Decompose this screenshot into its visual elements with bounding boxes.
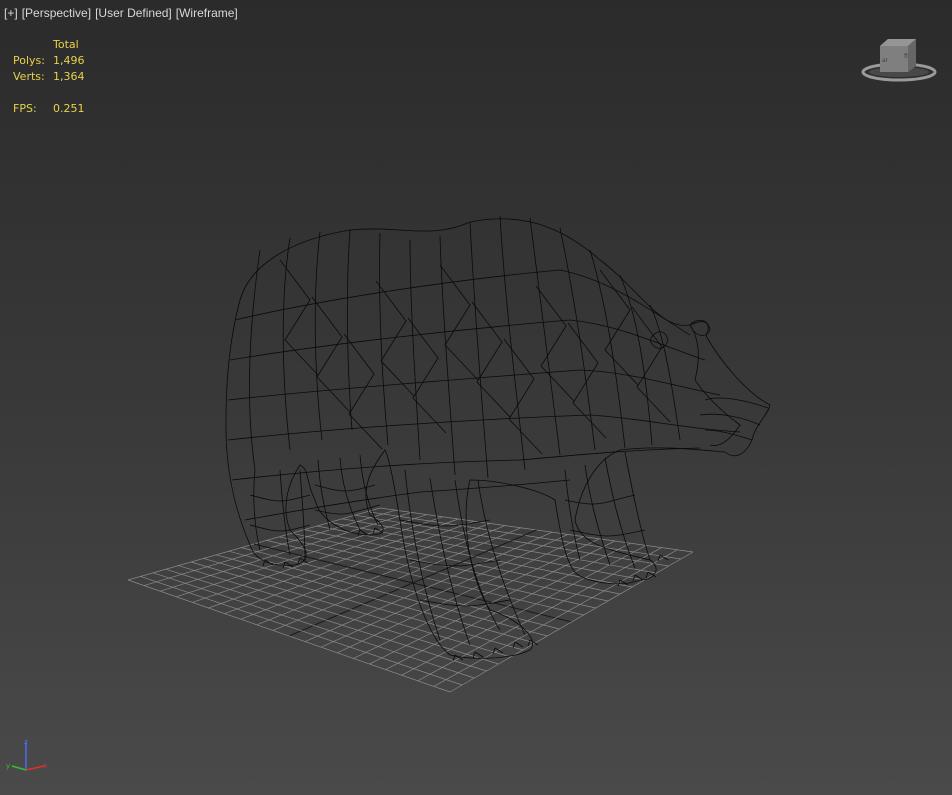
mesh-diagonal <box>503 338 543 455</box>
mesh-diagonal <box>535 285 575 402</box>
leg-ring <box>249 524 311 532</box>
mesh-ring <box>244 479 571 521</box>
svg-text:z: z <box>24 738 28 746</box>
leg-edge <box>253 469 261 551</box>
mesh-loop <box>346 229 353 431</box>
claw <box>452 654 464 662</box>
grid-line <box>449 551 694 693</box>
mesh-loop <box>559 227 596 451</box>
mesh-diagonal <box>471 301 511 418</box>
mesh-loop <box>409 239 421 461</box>
mesh-loop <box>314 231 323 441</box>
leg-ring <box>564 494 636 505</box>
mesh-loop <box>439 235 456 476</box>
leg-edge <box>564 469 581 561</box>
grid-line <box>140 576 463 686</box>
mesh-ring <box>229 319 706 361</box>
bear-wireframe-mesh[interactable] <box>225 215 771 662</box>
axis-gizmo-icon: z x y <box>6 738 47 771</box>
mesh-diagonal <box>439 264 479 381</box>
mesh-loop <box>649 304 681 441</box>
viewport-scene[interactable] <box>0 0 952 795</box>
mesh-diagonal <box>631 306 671 423</box>
svg-text:ft: ft <box>904 53 909 60</box>
mesh-loop <box>469 221 489 479</box>
grid-line <box>127 579 451 693</box>
claw <box>512 641 524 649</box>
bear-silhouette <box>225 218 771 659</box>
leg-edge <box>359 454 379 526</box>
leg-edge <box>404 469 441 641</box>
grid-line <box>165 568 487 672</box>
viewcube-icon[interactable]: ar ft <box>860 36 938 86</box>
svg-text:ar: ar <box>882 57 889 64</box>
leg-ring <box>249 494 311 502</box>
claw <box>472 651 484 659</box>
mesh-loop <box>529 217 561 456</box>
grid-line <box>153 572 475 679</box>
mesh-diagonal <box>599 269 639 386</box>
mesh-diagonal <box>567 322 607 439</box>
svg-text:x: x <box>43 762 47 770</box>
svg-text:y: y <box>6 762 10 770</box>
